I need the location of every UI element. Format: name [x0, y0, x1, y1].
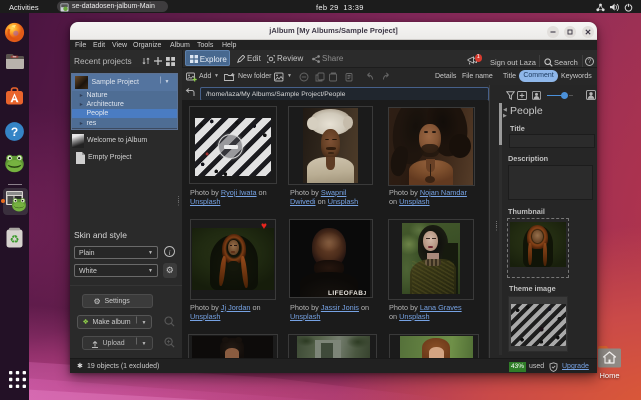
- svg-text:♻: ♻: [10, 234, 20, 246]
- svg-text:?: ?: [11, 125, 18, 139]
